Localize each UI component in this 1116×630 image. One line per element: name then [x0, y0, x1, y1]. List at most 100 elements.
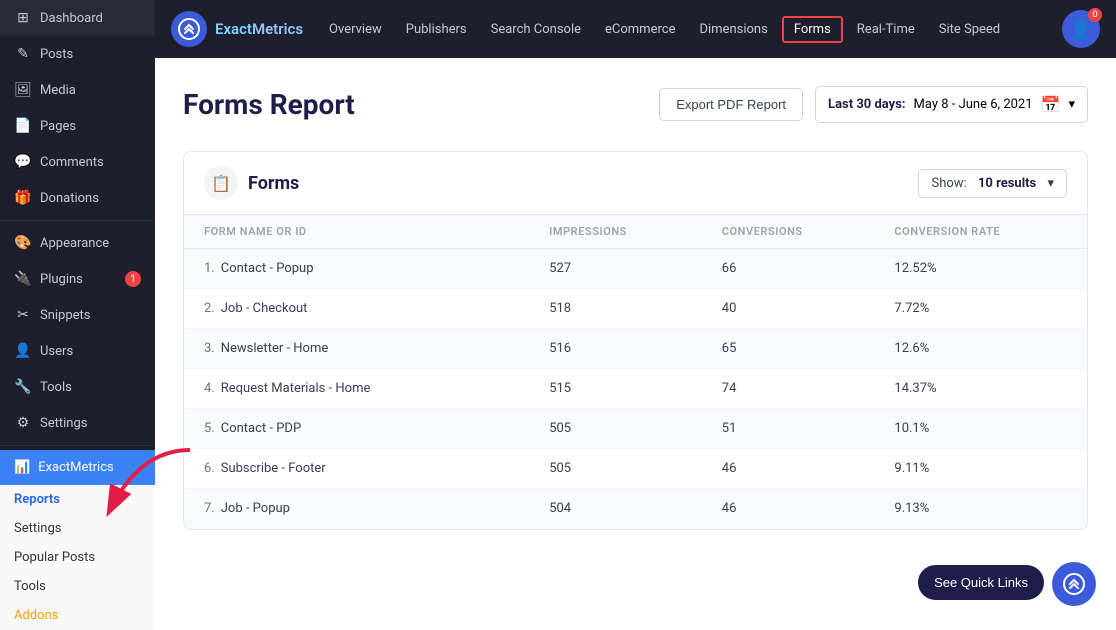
settings-icon: ⚙ — [14, 415, 32, 431]
show-label: Show: — [931, 176, 966, 191]
table-row: 2. Job - Checkout 518 40 7.72% — [184, 289, 1087, 329]
row-impressions: 527 — [549, 261, 722, 276]
sidebar-item-tools[interactable]: 🔧 Tools — [0, 369, 155, 405]
row-num: 4. — [204, 381, 215, 396]
row-impressions: 516 — [549, 341, 722, 356]
sidebar-item-label: Donations — [40, 191, 99, 206]
appearance-icon: 🎨 — [14, 235, 32, 251]
table-row: 6. Subscribe - Footer 505 46 9.11% — [184, 449, 1087, 489]
chevron-down-icon-results: ▾ — [1047, 176, 1054, 191]
nav-item-publishers[interactable]: Publishers — [396, 16, 477, 43]
sidebar-item-label: Media — [40, 83, 76, 98]
row-name: Job - Checkout — [221, 301, 308, 316]
table-row: 3. Newsletter - Home 516 65 12.6% — [184, 329, 1087, 369]
row-rate: 9.11% — [894, 461, 1067, 476]
nav-item-overview[interactable]: Overview — [319, 16, 392, 43]
row-name: Job - Popup — [221, 501, 290, 516]
pages-icon: 📄 — [14, 118, 32, 134]
row-rate: 14.37% — [894, 381, 1067, 396]
logo-text: ExactMetrics — [215, 20, 303, 38]
plugins-badge: 1 — [125, 271, 141, 287]
forms-table-body: 1. Contact - Popup 527 66 12.52% 2. Job … — [184, 249, 1087, 529]
export-pdf-button[interactable]: Export PDF Report — [659, 88, 803, 121]
sidebar-item-donations[interactable]: 🎁 Donations — [0, 180, 155, 216]
content-area: Forms Report Export PDF Report Last 30 d… — [155, 58, 1116, 630]
forms-clipboard-icon: 📋 — [204, 166, 238, 200]
row-impressions: 515 — [549, 381, 722, 396]
submenu-item-reports[interactable]: Reports — [0, 485, 155, 514]
col-header-rate: CONVERSION RATE — [894, 225, 1067, 238]
col-header-conversions: CONVERSIONS — [722, 225, 895, 238]
table-row: 1. Contact - Popup 527 66 12.52% — [184, 249, 1087, 289]
avatar-badge: 0 — [1088, 8, 1102, 22]
sidebar-item-label: Snippets — [40, 308, 91, 323]
nav-item-search-console[interactable]: Search Console — [481, 16, 591, 43]
sidebar-item-label: Plugins — [40, 272, 83, 287]
show-value: 10 results — [978, 176, 1036, 191]
row-num: 7. — [204, 501, 215, 516]
show-results-dropdown[interactable]: Show: 10 results ▾ — [918, 169, 1067, 198]
media-icon: 🖼 — [14, 82, 32, 98]
col-header-impressions: IMPRESSIONS — [549, 225, 722, 238]
date-range-picker[interactable]: Last 30 days: May 8 - June 6, 2021 📅 ▾ — [815, 86, 1088, 123]
sidebar-item-exactmetrics[interactable]: 📊 ExactMetrics — [0, 450, 155, 485]
sidebar-item-appearance[interactable]: 🎨 Appearance — [0, 225, 155, 261]
avatar-button[interactable]: 👤 0 — [1062, 10, 1100, 48]
exactmetrics-icon: 📊 — [14, 460, 30, 475]
quick-links-circle[interactable] — [1052, 562, 1096, 606]
sidebar-item-label: Tools — [40, 380, 72, 395]
sidebar-item-label: Appearance — [40, 236, 109, 251]
posts-icon: ✎ — [14, 46, 32, 62]
table-row: 7. Job - Popup 504 46 9.13% — [184, 489, 1087, 529]
row-conversions: 51 — [722, 421, 895, 436]
nav-item-real-time[interactable]: Real-Time — [847, 16, 925, 43]
row-impressions: 518 — [549, 301, 722, 316]
row-rate: 12.52% — [894, 261, 1067, 276]
main-content: ExactMetrics Overview Publishers Search … — [155, 0, 1116, 630]
submenu-item-addons[interactable]: Addons — [0, 601, 155, 630]
date-label: Last 30 days: — [828, 97, 906, 112]
row-num: 3. — [204, 341, 215, 356]
row-num: 5. — [204, 421, 215, 436]
sidebar-item-posts[interactable]: ✎ Posts — [0, 36, 155, 72]
sidebar-item-users[interactable]: 👤 Users — [0, 333, 155, 369]
sidebar-item-plugins[interactable]: 🔌 Plugins 1 — [0, 261, 155, 297]
submenu-item-popular-posts[interactable]: Popular Posts — [0, 543, 155, 572]
table-row: 5. Contact - PDP 505 51 10.1% — [184, 409, 1087, 449]
header-actions: Export PDF Report Last 30 days: May 8 - … — [659, 86, 1088, 123]
users-icon: 👤 — [14, 343, 32, 359]
row-impressions: 505 — [549, 421, 722, 436]
row-conversions: 74 — [722, 381, 895, 396]
sidebar-item-label: Dashboard — [40, 11, 103, 26]
sidebar-item-comments[interactable]: 💬 Comments — [0, 144, 155, 180]
exactmetrics-label: ExactMetrics — [38, 460, 114, 475]
nav-item-dimensions[interactable]: Dimensions — [689, 16, 777, 43]
topnav-right: 👤 0 — [1062, 10, 1100, 48]
sidebar-item-media[interactable]: 🖼 Media — [0, 72, 155, 108]
sidebar-item-label: Comments — [40, 155, 104, 170]
nav-item-site-speed[interactable]: Site Speed — [929, 16, 1010, 43]
sidebar-item-snippets[interactable]: ✂ Snippets — [0, 297, 155, 333]
sidebar-item-dashboard[interactable]: ⊞ Dashboard — [0, 0, 155, 36]
sidebar-item-pages[interactable]: 📄 Pages — [0, 108, 155, 144]
forms-section: 📋 Forms Show: 10 results ▾ FORM NAME OR … — [183, 151, 1088, 530]
submenu-item-tools[interactable]: Tools — [0, 572, 155, 601]
row-num: 1. — [204, 261, 215, 276]
nav-item-forms[interactable]: Forms — [782, 16, 843, 43]
sidebar-item-label: Settings — [40, 416, 87, 431]
submenu-item-settings[interactable]: Settings — [0, 514, 155, 543]
logo[interactable]: ExactMetrics — [171, 11, 303, 47]
sidebar-divider — [0, 220, 155, 221]
chevron-down-icon: ▾ — [1068, 97, 1075, 112]
quick-links-button[interactable]: See Quick Links — [918, 565, 1044, 600]
forms-label: Forms — [248, 173, 299, 194]
calendar-icon: 📅 — [1041, 95, 1061, 114]
sidebar-item-settings[interactable]: ⚙ Settings — [0, 405, 155, 441]
row-conversions: 40 — [722, 301, 895, 316]
row-rate: 7.72% — [894, 301, 1067, 316]
row-name: Contact - PDP — [221, 421, 301, 436]
row-impressions: 504 — [549, 501, 722, 516]
comments-icon: 💬 — [14, 154, 32, 170]
page-header: Forms Report Export PDF Report Last 30 d… — [183, 86, 1088, 123]
nav-item-ecommerce[interactable]: eCommerce — [595, 16, 685, 43]
